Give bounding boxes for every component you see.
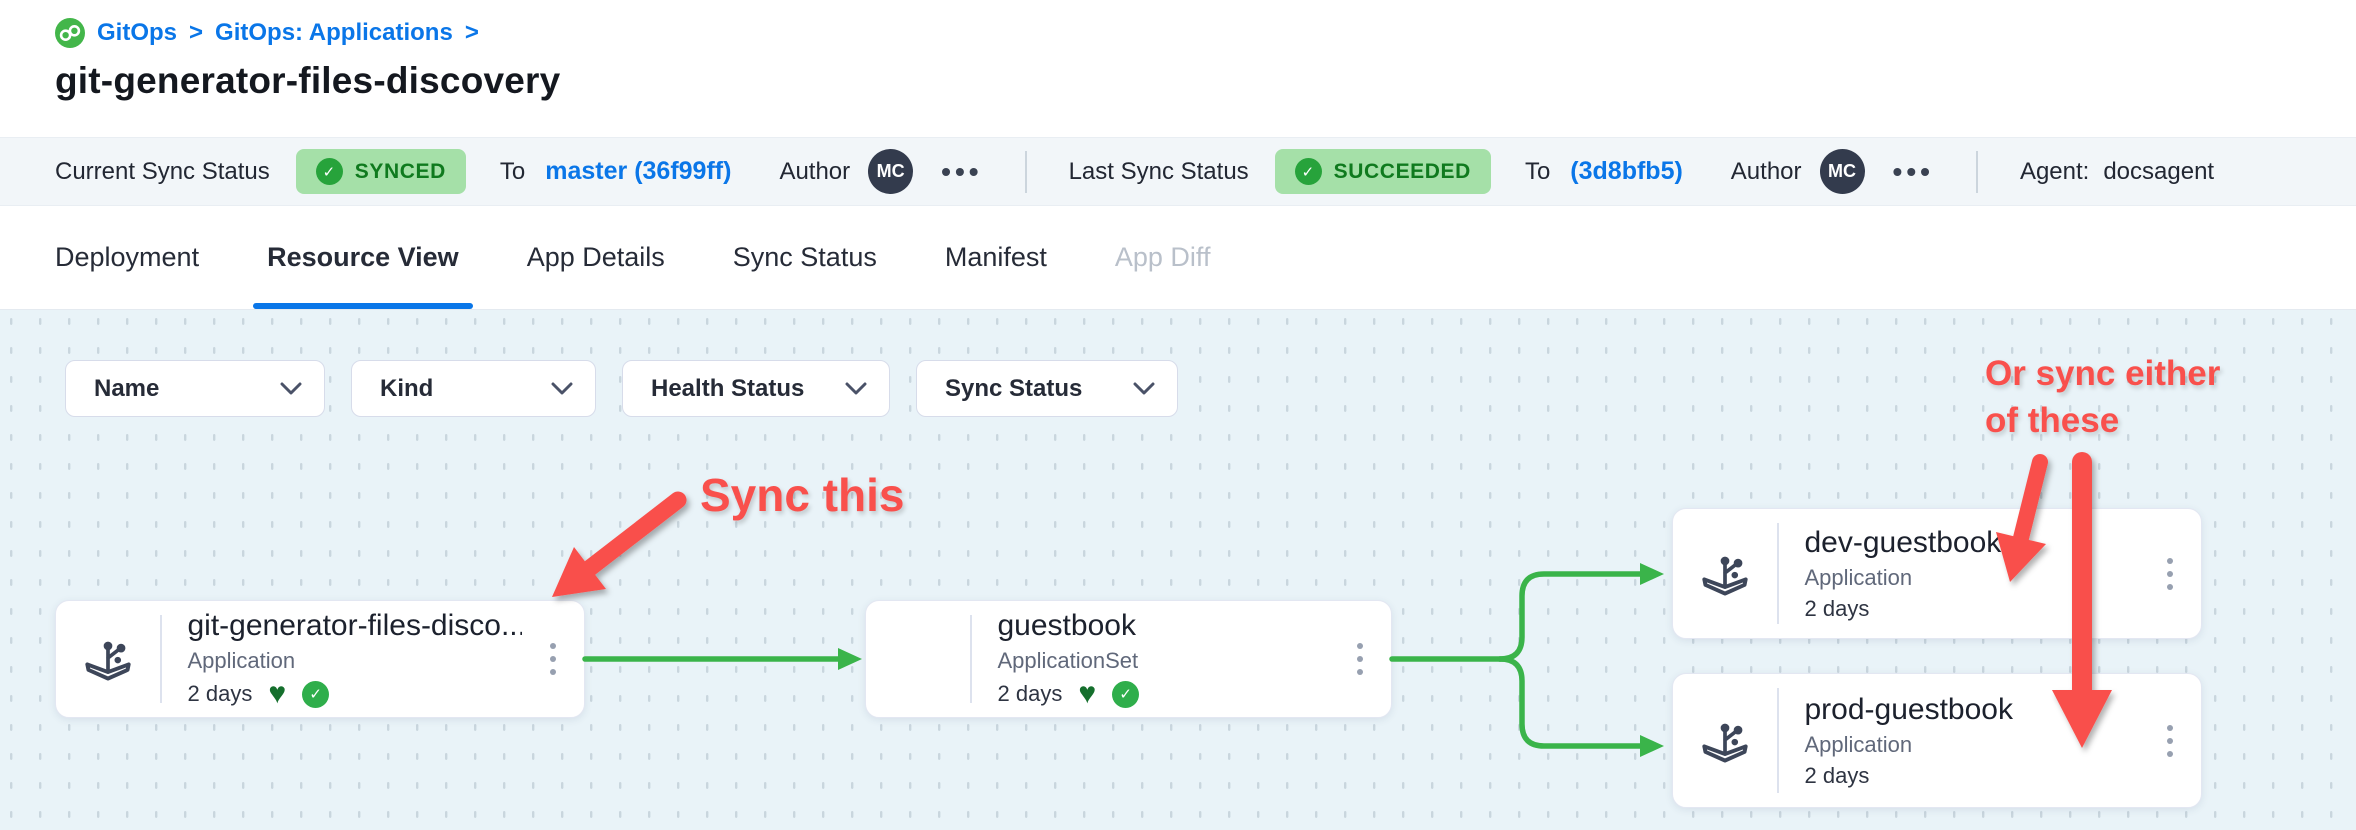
node-kind: Application bbox=[1805, 732, 2140, 758]
node-info: prod-guestbook Application 2 days bbox=[1779, 674, 2140, 807]
node-git-generator-files-discovery[interactable]: git-generator-files-disco... Application… bbox=[55, 600, 585, 718]
breadcrumb-link-gitops[interactable]: GitOps bbox=[97, 19, 177, 47]
breadcrumb-link-applications[interactable]: GitOps: Applications bbox=[215, 19, 453, 47]
annotation-line-2: of these bbox=[1985, 397, 2220, 444]
breadcrumb: GitOps > GitOps: Applications > bbox=[55, 18, 2356, 48]
tab-deployment[interactable]: Deployment bbox=[41, 206, 213, 309]
node-title: prod-guestbook bbox=[1805, 693, 2140, 727]
current-author-label: Author bbox=[779, 158, 850, 186]
filter-health-status-dropdown[interactable]: Health Status bbox=[622, 360, 890, 417]
check-circle-icon: ✓ bbox=[316, 158, 343, 185]
node-title: dev-guestbook bbox=[1805, 526, 2140, 560]
health-heart-icon: ♥ bbox=[268, 679, 286, 709]
last-sync-status-label: Last Sync Status bbox=[1069, 158, 1249, 186]
check-circle-icon: ✓ bbox=[1295, 158, 1322, 185]
node-dev-guestbook[interactable]: dev-guestbook Application 2 days bbox=[1672, 508, 2202, 639]
node-age: 2 days bbox=[1805, 596, 1870, 622]
last-sync-to-label: To bbox=[1525, 158, 1550, 186]
tabs-bar: Deployment Resource View App Details Syn… bbox=[0, 206, 2356, 310]
application-resource-icon bbox=[1673, 674, 1777, 807]
agent-label: Agent: bbox=[2020, 158, 2089, 186]
chevron-down-icon bbox=[551, 382, 573, 395]
node-age: 2 days bbox=[998, 681, 1063, 707]
page-title: git-generator-files-discovery bbox=[55, 60, 2356, 102]
current-sync-status-badge: ✓ SYNCED bbox=[296, 149, 466, 194]
node-kebab-menu-icon[interactable] bbox=[522, 601, 584, 717]
annotation-line-1: Or sync either bbox=[1985, 350, 2220, 397]
tab-resource-view[interactable]: Resource View bbox=[253, 206, 473, 309]
breadcrumb-separator: > bbox=[465, 19, 479, 47]
node-kebab-menu-icon[interactable] bbox=[1329, 601, 1391, 717]
filter-health-status-label: Health Status bbox=[651, 375, 804, 403]
last-author-avatar: MC bbox=[1820, 149, 1865, 194]
node-title: git-generator-files-disco... bbox=[188, 609, 523, 643]
filter-sync-status-label: Sync Status bbox=[945, 375, 1082, 403]
node-kind: Application bbox=[1805, 565, 2140, 591]
node-guestbook[interactable]: guestbook ApplicationSet 2 days ♥ ✓ bbox=[865, 600, 1392, 718]
node-kind: ApplicationSet bbox=[998, 648, 1330, 674]
tab-app-diff[interactable]: App Diff bbox=[1101, 206, 1225, 309]
node-info: git-generator-files-disco... Application… bbox=[162, 601, 523, 717]
annotation-sync-this: Sync this bbox=[700, 468, 905, 522]
resource-graph-canvas: Name Kind Health Status Sync Status git-… bbox=[0, 310, 2356, 830]
node-info: guestbook ApplicationSet 2 days ♥ ✓ bbox=[972, 601, 1330, 717]
health-heart-icon: ♥ bbox=[1078, 679, 1096, 709]
last-more-menu-icon[interactable]: ••• bbox=[1893, 156, 1934, 188]
filter-sync-status-dropdown[interactable]: Sync Status bbox=[916, 360, 1178, 417]
tab-app-details[interactable]: App Details bbox=[513, 206, 679, 309]
current-sync-commit-link[interactable]: master (36f99ff) bbox=[545, 157, 731, 186]
page-header: GitOps > GitOps: Applications > git-gene… bbox=[0, 0, 2356, 137]
agent-value: docsagent bbox=[2103, 158, 2214, 186]
filter-name-dropdown[interactable]: Name bbox=[65, 360, 325, 417]
synced-check-icon: ✓ bbox=[302, 681, 329, 708]
current-more-menu-icon[interactable]: ••• bbox=[941, 156, 982, 188]
last-author-label: Author bbox=[1731, 158, 1802, 186]
filter-name-label: Name bbox=[94, 375, 159, 403]
node-prod-guestbook[interactable]: prod-guestbook Application 2 days bbox=[1672, 673, 2202, 808]
filter-kind-dropdown[interactable]: Kind bbox=[351, 360, 596, 417]
tab-manifest[interactable]: Manifest bbox=[931, 206, 1061, 309]
node-age: 2 days bbox=[188, 681, 253, 707]
application-resource-icon bbox=[1673, 509, 1777, 638]
chevron-down-icon bbox=[280, 382, 302, 395]
divider bbox=[1025, 151, 1027, 193]
application-resource-icon bbox=[56, 601, 160, 717]
filter-bar: Name Kind Health Status Sync Status bbox=[65, 360, 1178, 417]
node-kind: Application bbox=[188, 648, 523, 674]
divider bbox=[1976, 151, 1978, 193]
current-sync-badge-text: SYNCED bbox=[355, 160, 446, 184]
current-author-avatar: MC bbox=[868, 149, 913, 194]
node-kebab-menu-icon[interactable] bbox=[2139, 509, 2201, 638]
last-sync-status-badge: ✓ SUCCEEDED bbox=[1275, 149, 1491, 194]
node-title: guestbook bbox=[998, 609, 1330, 643]
annotation-or-sync-either: Or sync either of these bbox=[1985, 350, 2220, 444]
current-sync-to-label: To bbox=[500, 158, 525, 186]
node-kebab-menu-icon[interactable] bbox=[2139, 674, 2201, 807]
chevron-down-icon bbox=[845, 382, 867, 395]
chevron-down-icon bbox=[1133, 382, 1155, 395]
breadcrumb-separator: > bbox=[189, 19, 203, 47]
filter-kind-label: Kind bbox=[380, 375, 433, 403]
sync-status-bar: Current Sync Status ✓ SYNCED To master (… bbox=[0, 137, 2356, 206]
node-age: 2 days bbox=[1805, 763, 1870, 789]
gitops-logo-icon bbox=[55, 18, 85, 48]
node-info: dev-guestbook Application 2 days bbox=[1779, 509, 2140, 638]
synced-check-icon: ✓ bbox=[1112, 681, 1139, 708]
tab-sync-status[interactable]: Sync Status bbox=[719, 206, 891, 309]
last-sync-badge-text: SUCCEEDED bbox=[1334, 160, 1471, 184]
last-sync-commit-link[interactable]: (3d8bfb5) bbox=[1570, 157, 1683, 186]
empty-icon-area bbox=[866, 601, 970, 717]
current-sync-status-label: Current Sync Status bbox=[55, 158, 270, 186]
